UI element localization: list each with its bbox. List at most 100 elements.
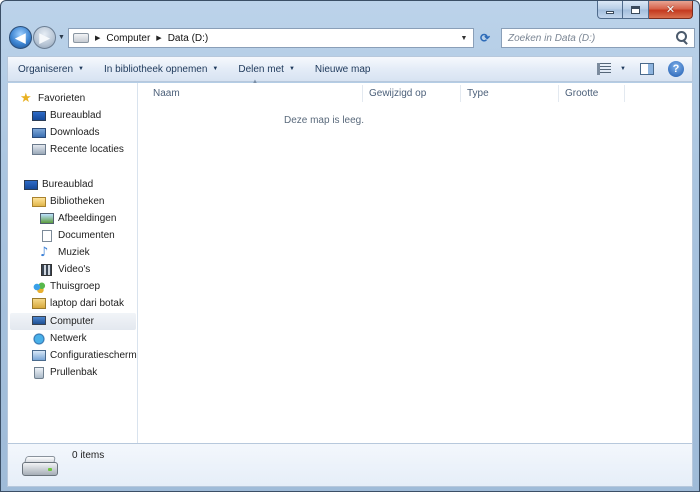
command-bar: Organiseren ▼ In bibliotheek opnemen ▼ Del… — [7, 56, 693, 82]
sidebar-item-label: Afbeeldingen — [58, 213, 117, 224]
column-header-name[interactable]: Naam — [147, 85, 363, 102]
address-bar[interactable]: ▶ Computer ▶ Data (D:) ▼ — [68, 28, 474, 48]
column-label: Gewijzigd op — [369, 88, 427, 99]
sidebar-item-label: Recente locaties — [50, 144, 124, 155]
sidebar-item-documents[interactable]: Documenten — [40, 227, 115, 244]
navigation-bar: ◀ ▶ ▼ ▶ Computer ▶ Data (D:) ▼ ⟳ Zoeken … — [7, 25, 695, 51]
column-label: Grootte — [565, 88, 599, 99]
maximize-button[interactable] — [623, 1, 649, 19]
column-label: Type — [467, 88, 489, 99]
new-folder-label: Nieuwe map — [314, 63, 371, 75]
sidebar-item-label: Bibliotheken — [50, 196, 105, 207]
pictures-icon — [40, 213, 54, 224]
sidebar-item-libraries[interactable]: Bibliotheken — [32, 193, 104, 210]
chevron-down-icon: ▼ — [288, 66, 295, 72]
desktop-icon — [24, 179, 38, 190]
music-icon: ♪ — [40, 244, 49, 260]
sidebar-item-label: Bureaublad — [42, 179, 94, 190]
sidebar-item-network[interactable]: Netwerk — [32, 330, 87, 347]
forward-arrow-icon: ▶ — [39, 29, 50, 45]
item-count: 0 items — [72, 450, 105, 461]
hard-drive-icon — [22, 456, 58, 478]
column-label: Naam — [153, 88, 180, 99]
toolbar-right: ▼ ? — [597, 57, 692, 81]
include-in-library-button[interactable]: In bibliotheek opnemen ▼ — [94, 57, 228, 81]
recent-places-icon — [32, 144, 46, 155]
desktop-icon — [32, 110, 46, 121]
sidebar-item-favorites[interactable]: ★ Favorieten — [20, 90, 85, 107]
drive-icon — [73, 33, 89, 43]
sidebar-item-recent-places[interactable]: Recente locaties — [32, 141, 124, 158]
videos-icon — [41, 263, 52, 276]
sidebar-item-label: Thuisgroep — [50, 281, 101, 292]
sidebar-item-videos[interactable]: Video's — [40, 261, 90, 278]
column-header-size[interactable]: Grootte — [559, 85, 625, 102]
breadcrumb-data-d[interactable]: Data (D:) — [168, 33, 209, 44]
details-pane: 0 items — [7, 443, 693, 487]
sidebar-item-desktop-favorite[interactable]: Bureaublad — [32, 107, 101, 124]
sidebar-item-computer[interactable]: Computer — [10, 313, 136, 330]
view-dropdown-icon[interactable]: ▼ — [620, 66, 626, 72]
sidebar-item-desktop[interactable]: Bureaublad — [24, 176, 93, 193]
refresh-button[interactable]: ⟳ — [475, 28, 495, 48]
back-button[interactable]: ◀ — [9, 26, 32, 49]
sidebar-item-label: Documenten — [58, 230, 115, 241]
search-icon[interactable] — [674, 30, 690, 46]
close-button[interactable]: ✕ — [649, 1, 693, 19]
sidebar-item-label: Configuratiescherm — [50, 350, 137, 361]
recent-pages-dropdown[interactable]: ▼ — [58, 34, 65, 41]
drive-body — [22, 462, 58, 476]
chevron-down-icon: ▼ — [78, 66, 84, 72]
main-content: ★ Favorieten Bureaublad Downloads Recent… — [7, 79, 693, 443]
chevron-down-icon: ▼ — [212, 66, 219, 72]
libraries-icon — [32, 196, 46, 207]
help-icon[interactable]: ? — [668, 61, 684, 77]
drive-led — [48, 468, 52, 471]
breadcrumb-separator-icon[interactable]: ▶ — [95, 34, 100, 42]
caption-buttons: ✕ — [597, 1, 693, 19]
sidebar-item-homegroup[interactable]: Thuisgroep — [32, 278, 100, 295]
star-icon: ★ — [20, 90, 32, 106]
explorer-window: ✕ ◀ ▶ ▼ ▶ Computer ▶ Data (D:) ▼ ⟳ Zoeke… — [0, 0, 700, 492]
forward-button[interactable]: ▶ — [33, 26, 56, 49]
address-dropdown-icon[interactable]: ▼ — [457, 29, 471, 47]
sidebar-item-music[interactable]: ♪ Muziek — [40, 244, 90, 261]
breadcrumb-separator-icon[interactable]: ▶ — [156, 34, 161, 42]
change-view-icon[interactable] — [597, 63, 612, 75]
maximize-icon — [631, 5, 640, 14]
empty-folder-message: Deze map is leeg. — [283, 115, 365, 126]
sidebar-item-recycle-bin[interactable]: Prullenbak — [32, 364, 97, 381]
sidebar-item-downloads[interactable]: Downloads — [32, 124, 99, 141]
column-header-type[interactable]: Type — [461, 85, 559, 102]
network-icon — [32, 332, 46, 345]
sidebar-item-label: Netwerk — [50, 333, 87, 344]
sidebar-item-label: laptop dari botak — [50, 298, 124, 309]
homegroup-icon — [32, 280, 46, 293]
control-panel-icon — [32, 350, 46, 361]
sidebar-item-label: Muziek — [58, 247, 90, 258]
new-folder-button[interactable]: Nieuwe map — [305, 57, 381, 81]
breadcrumb-computer[interactable]: Computer — [106, 33, 150, 44]
preview-pane-icon[interactable] — [640, 63, 654, 75]
user-folder-icon — [32, 298, 46, 309]
sidebar-item-control-panel[interactable]: Configuratiescherm — [32, 347, 137, 364]
sidebar-item-label: Bureaublad — [50, 110, 102, 121]
search-box[interactable]: Zoeken in Data (D:) — [501, 28, 695, 48]
minimize-button[interactable] — [597, 1, 623, 19]
computer-icon — [32, 316, 46, 325]
back-arrow-icon: ◀ — [15, 29, 26, 45]
sidebar-item-user-folder[interactable]: laptop dari botak — [32, 295, 124, 312]
organize-button[interactable]: Organiseren ▼ — [8, 57, 94, 81]
navigation-pane: ★ Favorieten Bureaublad Downloads Recent… — [8, 83, 138, 443]
sidebar-item-label: Video's — [58, 264, 91, 275]
close-icon: ✕ — [665, 3, 676, 16]
include-in-library-label: In bibliotheek opnemen — [103, 63, 208, 75]
share-with-button[interactable]: Delen met ▼ — [228, 57, 305, 81]
organize-label: Organiseren — [18, 63, 74, 75]
search-input[interactable]: Zoeken in Data (D:) — [508, 33, 674, 44]
file-list-pane[interactable]: ▲ Naam Gewijzigd op Type Grootte Deze ma… — [139, 79, 692, 443]
column-header-modified[interactable]: Gewijzigd op — [363, 85, 461, 102]
recycle-bin-icon — [34, 366, 44, 379]
share-with-label: Delen met — [238, 63, 284, 75]
sidebar-item-pictures[interactable]: Afbeeldingen — [40, 210, 116, 227]
